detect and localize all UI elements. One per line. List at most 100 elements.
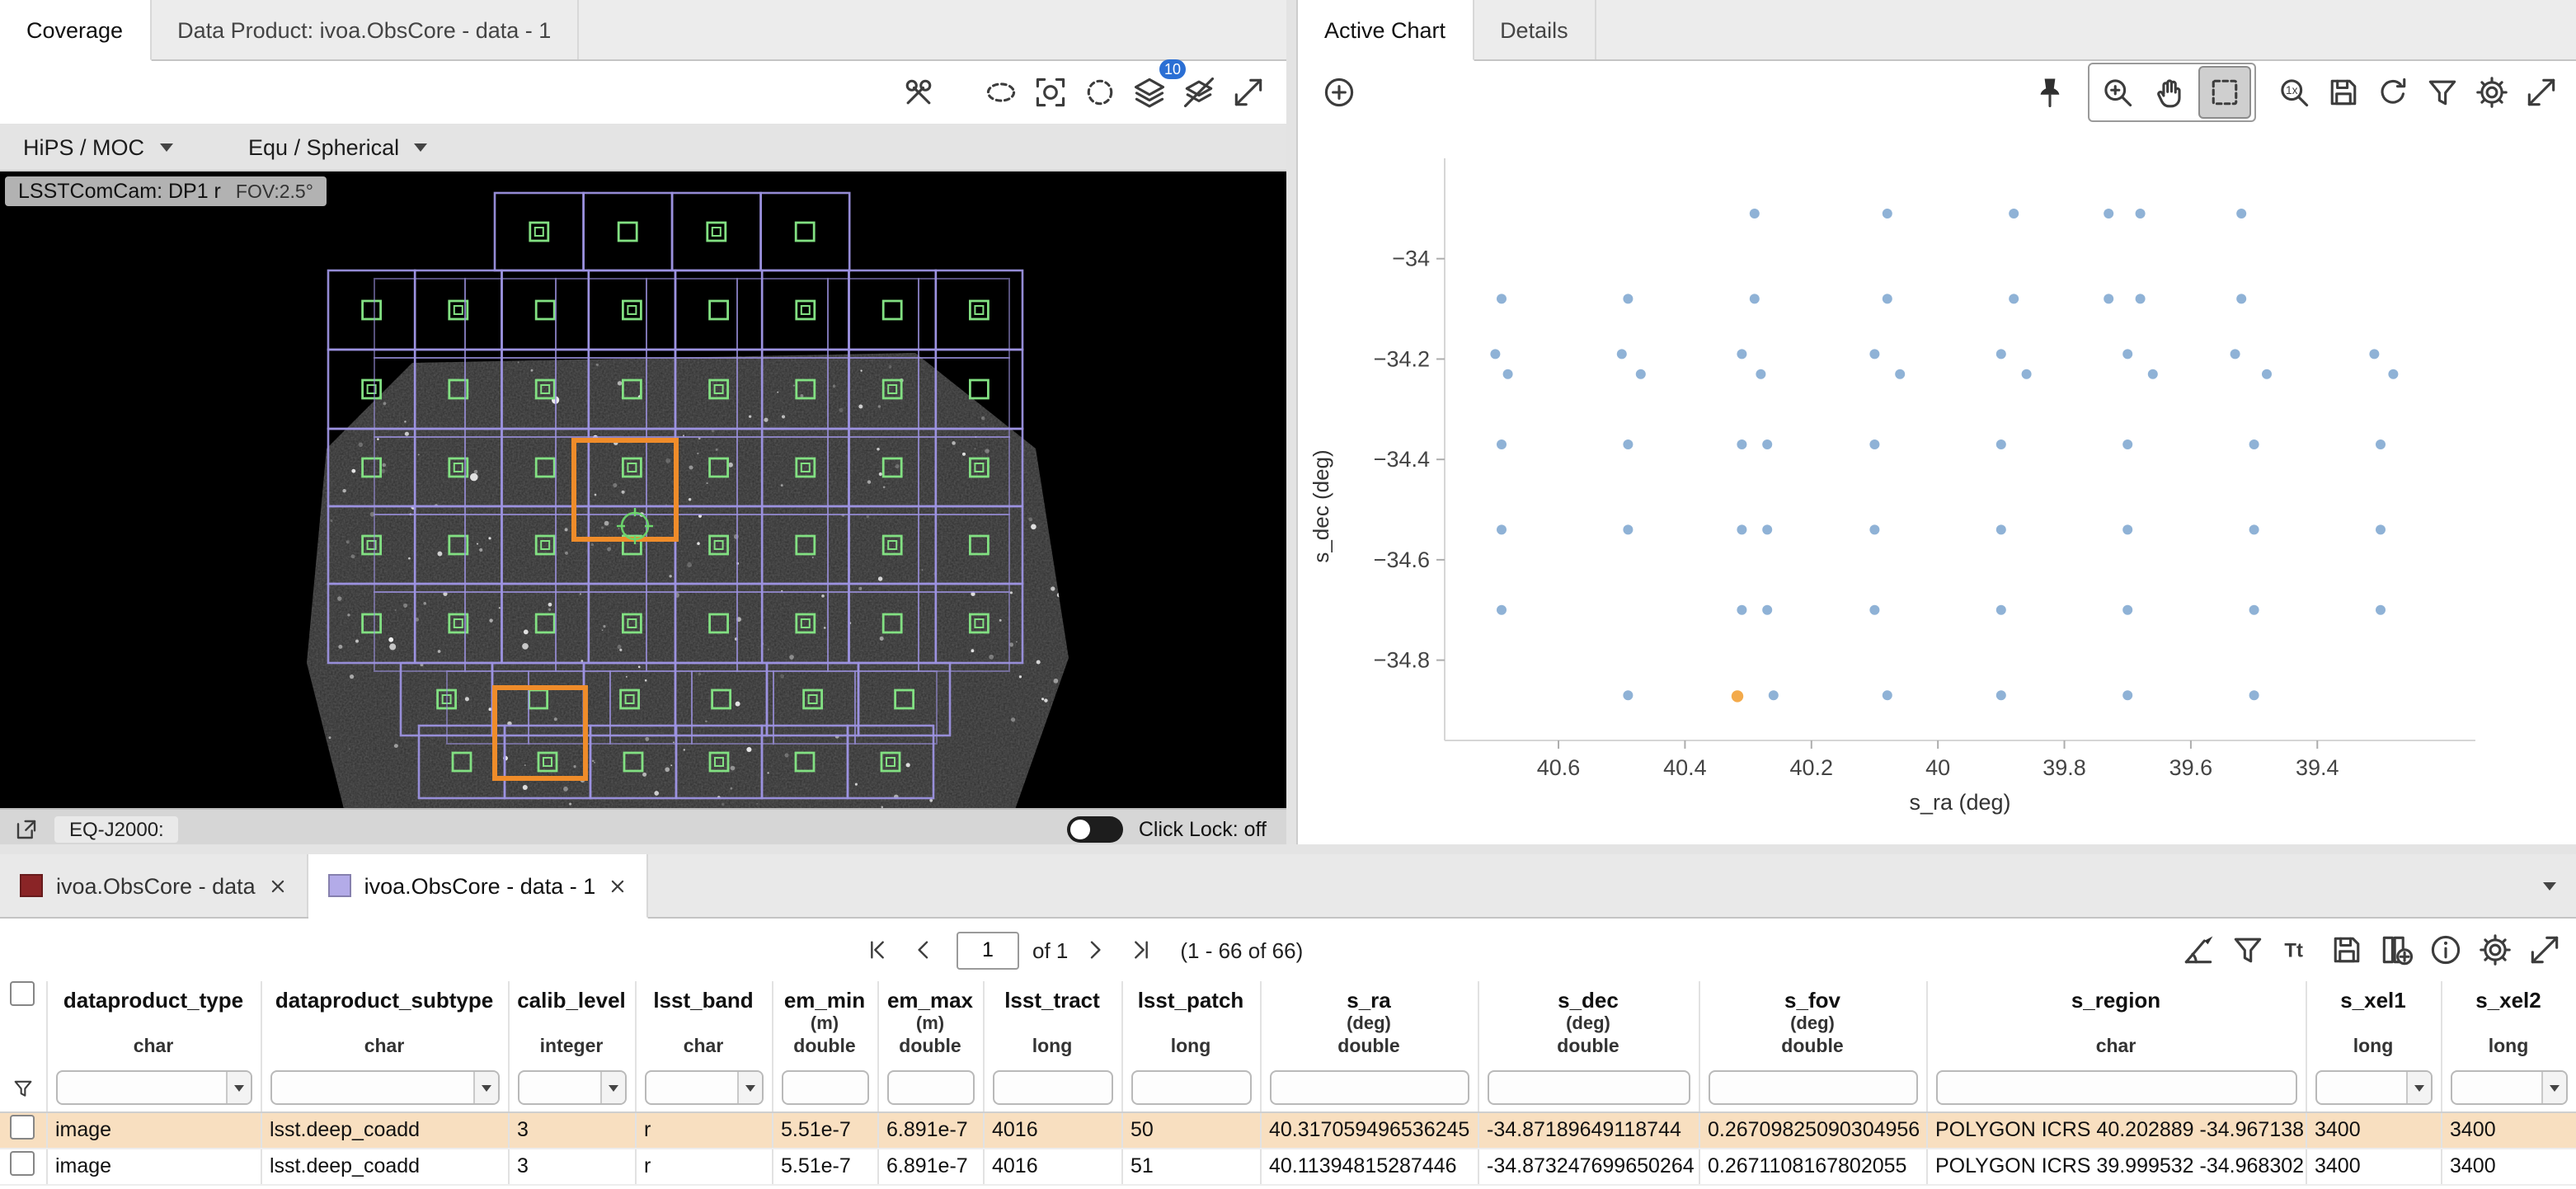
column-header-s_ra[interactable]: s_ra(deg)double <box>1260 981 1478 1065</box>
table-settings-button[interactable] <box>2470 925 2520 975</box>
tab-coverage[interactable]: Coverage <box>0 0 151 61</box>
filter-input-s_xel1[interactable] <box>2316 1073 2405 1104</box>
scatter-point[interactable] <box>2249 690 2259 700</box>
scatter-point[interactable] <box>2122 439 2132 449</box>
column-header-em_min[interactable]: em_min(m)double <box>772 981 877 1065</box>
scatter-point[interactable] <box>2262 369 2272 379</box>
scatter-point[interactable] <box>1895 369 1905 379</box>
panel-splitter[interactable] <box>1286 0 1296 844</box>
circle-select-button[interactable] <box>1075 68 1125 117</box>
filter-input-dataproduct_subtype[interactable] <box>271 1073 472 1104</box>
scatter-point[interactable] <box>1762 524 1772 534</box>
table-filter-button[interactable] <box>2223 925 2273 975</box>
scatter-point[interactable] <box>2122 605 2132 615</box>
scatter-point[interactable] <box>1750 209 1760 219</box>
row-checkbox[interactable] <box>11 1115 35 1140</box>
layers-button[interactable]: 10 <box>1125 68 1174 117</box>
scatter-point[interactable] <box>2122 349 2132 359</box>
scatter-point[interactable] <box>2230 349 2240 359</box>
column-header-lsst_patch[interactable]: lsst_patchlong <box>1121 981 1260 1065</box>
open-new-window-icon[interactable] <box>13 815 40 842</box>
filter-input-s_dec[interactable] <box>1488 1073 1688 1104</box>
column-header-lsst_band[interactable]: lsst_bandchar <box>635 981 772 1065</box>
zoom-mode-button[interactable] <box>2093 68 2142 117</box>
scatter-point[interactable] <box>2369 349 2379 359</box>
scatter-point[interactable] <box>1769 690 1779 700</box>
filter-input-dataproduct_type[interactable] <box>57 1073 225 1104</box>
tab-active-chart[interactable]: Active Chart <box>1298 0 1474 61</box>
pan-mode-button[interactable] <box>2146 68 2195 117</box>
scatter-point[interactable] <box>1750 294 1760 303</box>
scatter-point[interactable] <box>1762 605 1772 615</box>
scatter-point[interactable] <box>2236 209 2246 219</box>
filter-dropdown-lsst_band[interactable] <box>736 1073 761 1104</box>
scatter-point[interactable] <box>1497 524 1507 534</box>
scatter-point[interactable] <box>1497 605 1507 615</box>
scatter-point[interactable] <box>1762 439 1772 449</box>
close-icon[interactable] <box>609 876 627 895</box>
scatter-point[interactable] <box>1732 690 1743 702</box>
pin-chart-button[interactable] <box>2025 68 2075 117</box>
scatter-point[interactable] <box>1737 349 1746 359</box>
select-all-header[interactable] <box>0 981 46 1065</box>
scatter-point[interactable] <box>2376 439 2386 449</box>
add-column-button[interactable] <box>2372 925 2421 975</box>
filter-dropdown-dataproduct_subtype[interactable] <box>472 1073 497 1104</box>
chart-expand-button[interactable] <box>2517 68 2566 117</box>
table-tabs-overflow[interactable] <box>2523 854 2576 917</box>
image-tools-button[interactable] <box>894 68 943 117</box>
scatter-point[interactable] <box>2104 294 2113 303</box>
column-header-calib_level[interactable]: calib_levelinteger <box>508 981 635 1065</box>
column-header-s_dec[interactable]: s_dec(deg)double <box>1478 981 1699 1065</box>
column-header-s_fov[interactable]: s_fov(deg)double <box>1699 981 1926 1065</box>
column-header-dataproduct_type[interactable]: dataproduct_typechar <box>46 981 261 1065</box>
measure-tool-button[interactable] <box>2174 925 2223 975</box>
scatter-chart[interactable]: 40.640.440.24039.839.639.4−34−34.2−34.4−… <box>1298 124 2576 846</box>
scatter-point[interactable] <box>2236 294 2246 303</box>
scatter-point[interactable] <box>1869 439 1879 449</box>
table-row[interactable]: image lsst.deep_coadd 3 r 5.51e-7 6.891e… <box>0 1111 2576 1148</box>
scatter-point[interactable] <box>1737 439 1746 449</box>
scatter-point[interactable] <box>2136 294 2146 303</box>
filter-input-s_ra[interactable] <box>1271 1073 1467 1104</box>
scatter-point[interactable] <box>1497 439 1507 449</box>
tab-details[interactable]: Details <box>1474 0 1596 59</box>
save-chart-button[interactable] <box>2319 68 2368 117</box>
tab-data-product[interactable]: Data Product: ivoa.ObsCore - data - 1 <box>151 0 579 59</box>
column-header-lsst_tract[interactable]: lsst_tractlong <box>983 981 1121 1065</box>
table-expand-button[interactable] <box>2520 925 2569 975</box>
scatter-point[interactable] <box>1623 294 1633 303</box>
scatter-point[interactable] <box>1996 349 2006 359</box>
table-tab-obscore-data[interactable]: ivoa.ObsCore - data <box>0 854 308 917</box>
column-header-em_max[interactable]: em_max(m)double <box>877 981 983 1065</box>
filter-input-s_fov[interactable] <box>1709 1073 1916 1104</box>
scatter-point[interactable] <box>1883 209 1892 219</box>
scatter-point[interactable] <box>1883 690 1892 700</box>
restore-chart-button[interactable] <box>2368 68 2418 117</box>
coverage-expand-button[interactable] <box>1224 68 1273 117</box>
scatter-point[interactable] <box>1623 524 1633 534</box>
scatter-point[interactable] <box>1617 349 1627 359</box>
next-page-button[interactable] <box>1074 930 1114 970</box>
filter-dropdown-s_xel1[interactable] <box>2405 1073 2430 1104</box>
scatter-point[interactable] <box>2249 605 2259 615</box>
zoom-original-button[interactable]: 1x <box>2269 68 2319 117</box>
scatter-point[interactable] <box>2376 524 2386 534</box>
scatter-point[interactable] <box>1497 294 1507 303</box>
last-page-button[interactable] <box>1121 930 1160 970</box>
page-number-input[interactable] <box>957 931 1019 969</box>
box-select-mode-button[interactable] <box>2198 66 2251 119</box>
close-icon[interactable] <box>269 876 287 895</box>
table-tab-obscore-data-1[interactable]: ivoa.ObsCore - data - 1 <box>308 854 649 919</box>
scatter-point[interactable] <box>1737 605 1746 615</box>
filter-input-s_xel2[interactable] <box>2451 1073 2541 1104</box>
filter-input-lsst_band[interactable] <box>646 1073 736 1104</box>
scatter-point[interactable] <box>1623 690 1633 700</box>
scatter-point[interactable] <box>1490 349 1500 359</box>
scatter-point[interactable] <box>1623 439 1633 449</box>
scatter-point[interactable] <box>2122 524 2132 534</box>
scatter-point[interactable] <box>1869 524 1879 534</box>
scatter-point[interactable] <box>2148 369 2158 379</box>
select-all-checkbox[interactable] <box>11 981 35 1006</box>
scatter-point[interactable] <box>2122 690 2132 700</box>
